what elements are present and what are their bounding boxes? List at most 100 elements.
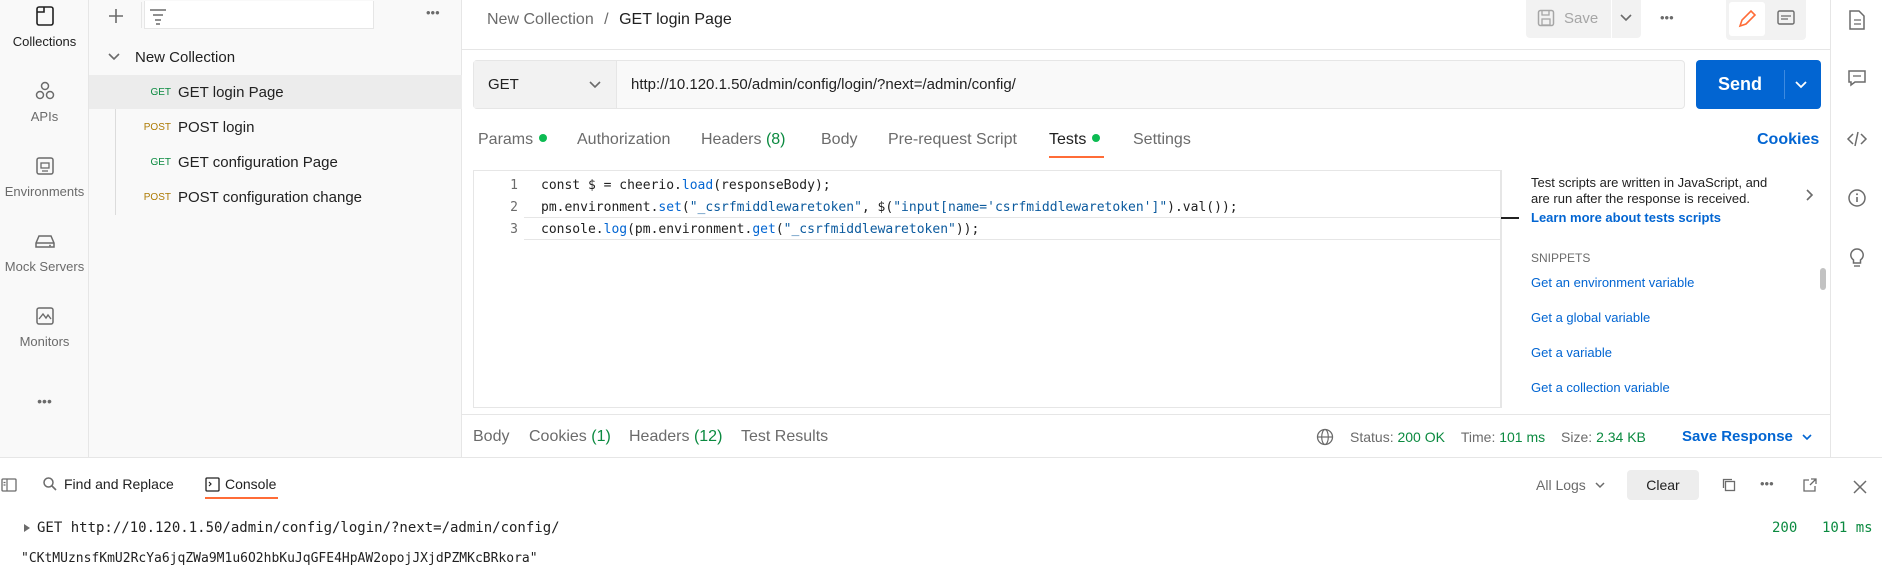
status-dot (539, 134, 548, 142)
chevron-down-icon (1802, 433, 1812, 440)
snippet-link[interactable]: Get a variable (1531, 345, 1612, 360)
console-request-line: GET http://10.120.1.50/admin/config/logi… (37, 520, 560, 536)
toggle-sidebar-icon[interactable] (1, 478, 17, 492)
pop-out-icon[interactable] (1802, 477, 1818, 493)
save-button[interactable]: Save (1536, 8, 1598, 28)
rail-item-environments[interactable]: Environments (0, 154, 89, 199)
size-label: Size: (1561, 429, 1593, 445)
time-label: Time: (1460, 429, 1496, 445)
tests-help-text: Test scripts are written in JavaScript, … (1531, 175, 1768, 206)
response-tab-test-results[interactable]: Test Results (741, 428, 828, 446)
tests-editor[interactable]: 1 2 3 const $ = cheerio.load(responseBod… (473, 170, 1519, 408)
chevron-down-icon[interactable] (107, 50, 127, 64)
snippet-link[interactable]: Get an environment variable (1531, 275, 1694, 290)
send-button[interactable]: Send (1696, 60, 1784, 109)
info-icon[interactable] (1847, 188, 1867, 208)
monitors-icon (33, 304, 57, 328)
rail-item-collections[interactable]: Collections (0, 4, 89, 49)
code-icon[interactable] (1846, 129, 1868, 149)
chevron-down-icon (1595, 482, 1605, 489)
find-replace-label: Find and Replace (64, 476, 174, 492)
console-tab-label: Console (225, 476, 277, 492)
expand-entry-icon[interactable] (23, 523, 31, 533)
comment-icon (1777, 10, 1795, 25)
environments-icon (33, 154, 57, 178)
plus-icon (109, 9, 123, 23)
collapse-panel-button[interactable] (1804, 188, 1816, 202)
tab-params[interactable]: Params (478, 131, 548, 149)
collection-name: New Collection (135, 48, 236, 66)
documentation-icon[interactable] (1847, 9, 1867, 31)
tab-prerequest-script[interactable]: Pre-request Script (888, 131, 1017, 149)
headers-count: (12) (693, 428, 723, 445)
clear-console-button[interactable]: Clear (1627, 470, 1699, 500)
close-icon[interactable] (1852, 479, 1868, 495)
response-tab-cookies[interactable]: Cookies (1) (529, 428, 611, 446)
console-more-button[interactable]: ••• (1760, 476, 1774, 491)
add-collection-button[interactable] (104, 4, 128, 28)
globe-icon[interactable] (1316, 428, 1334, 446)
copy-icon[interactable] (1721, 477, 1737, 493)
method-badge: GET (150, 86, 171, 98)
collection-row[interactable]: New Collection (89, 40, 462, 74)
status-value[interactable]: 200 OK (1397, 429, 1444, 445)
filter-input[interactable] (144, 1, 374, 29)
apis-icon (33, 79, 57, 103)
lightbulb-icon[interactable] (1847, 247, 1867, 269)
snippets-scrollbar[interactable] (1820, 268, 1826, 290)
method-badge: POST (143, 191, 171, 203)
tab-tests[interactable]: Tests (1049, 131, 1101, 149)
size-value[interactable]: 2.34 KB (1596, 429, 1646, 445)
console-tab[interactable]: Console (205, 476, 276, 492)
rail-item-monitors[interactable]: Monitors (0, 304, 89, 349)
tab-label: Cookies (529, 428, 587, 445)
request-name: GET configuration Page (178, 153, 338, 171)
request-name: POST configuration change (178, 188, 363, 206)
line-number: 1 (510, 178, 518, 193)
left-rail: Collections APIs Environments Mock Serve… (0, 0, 89, 457)
find-replace-button[interactable]: Find and Replace (42, 476, 174, 492)
comments-button[interactable] (1768, 2, 1804, 36)
log-level-select[interactable]: All Logs (1536, 477, 1606, 493)
request-item[interactable]: GET GET configuration Page (89, 145, 462, 179)
tab-authorization[interactable]: Authorization (577, 131, 670, 149)
response-tab-body[interactable]: Body (473, 428, 509, 446)
sidebar-more-button[interactable]: ••• (426, 5, 440, 20)
tab-settings[interactable]: Settings (1133, 131, 1191, 149)
send-options-button[interactable] (1793, 77, 1809, 93)
header-more-button[interactable]: ••• (1660, 10, 1674, 25)
tab-body[interactable]: Body (821, 131, 857, 149)
save-response-button[interactable]: Save Response (1682, 428, 1813, 445)
search-icon (43, 477, 57, 491)
save-options-button[interactable] (1619, 11, 1633, 25)
rail-label: Environments (4, 184, 85, 199)
url-input[interactable]: http://10.120.1.50/admin/config/login/?n… (631, 76, 1016, 93)
request-item[interactable]: POST POST configuration change (89, 180, 462, 214)
rail-label: Collections (12, 34, 77, 49)
tab-headers[interactable]: Headers (8) (701, 131, 786, 149)
comments-icon[interactable] (1847, 68, 1867, 88)
time-value[interactable]: 101 ms (1499, 429, 1545, 445)
snippet-link[interactable]: Get a collection variable (1531, 380, 1670, 395)
rail-item-apis[interactable]: APIs (0, 79, 89, 124)
more-icon: ••• (37, 393, 52, 409)
cookies-link[interactable]: Cookies (1757, 131, 1819, 149)
response-tab-headers[interactable]: Headers (12) (629, 428, 722, 446)
method-value: GET (488, 76, 519, 93)
tab-label: Headers (629, 428, 690, 445)
rail-item-mock-servers[interactable]: Mock Servers (0, 229, 89, 274)
tab-label: Params (478, 131, 534, 148)
snippet-link[interactable]: Get a global variable (1531, 310, 1650, 325)
request-item[interactable]: GET GET login Page (89, 75, 462, 109)
collections-icon (33, 4, 57, 28)
line-number: 2 (510, 200, 518, 215)
rail-more-button[interactable]: ••• (0, 393, 89, 409)
breadcrumb-parent[interactable]: New Collection (487, 11, 594, 28)
request-item[interactable]: POST POST login (89, 110, 462, 144)
filter-icon[interactable] (147, 5, 169, 27)
tab-label: Tests (1049, 131, 1087, 148)
learn-more-link[interactable]: Learn more about tests scripts (1531, 210, 1721, 225)
edit-mode-button[interactable] (1729, 2, 1765, 36)
save-icon (1537, 9, 1555, 27)
method-select[interactable]: GET (474, 61, 617, 108)
